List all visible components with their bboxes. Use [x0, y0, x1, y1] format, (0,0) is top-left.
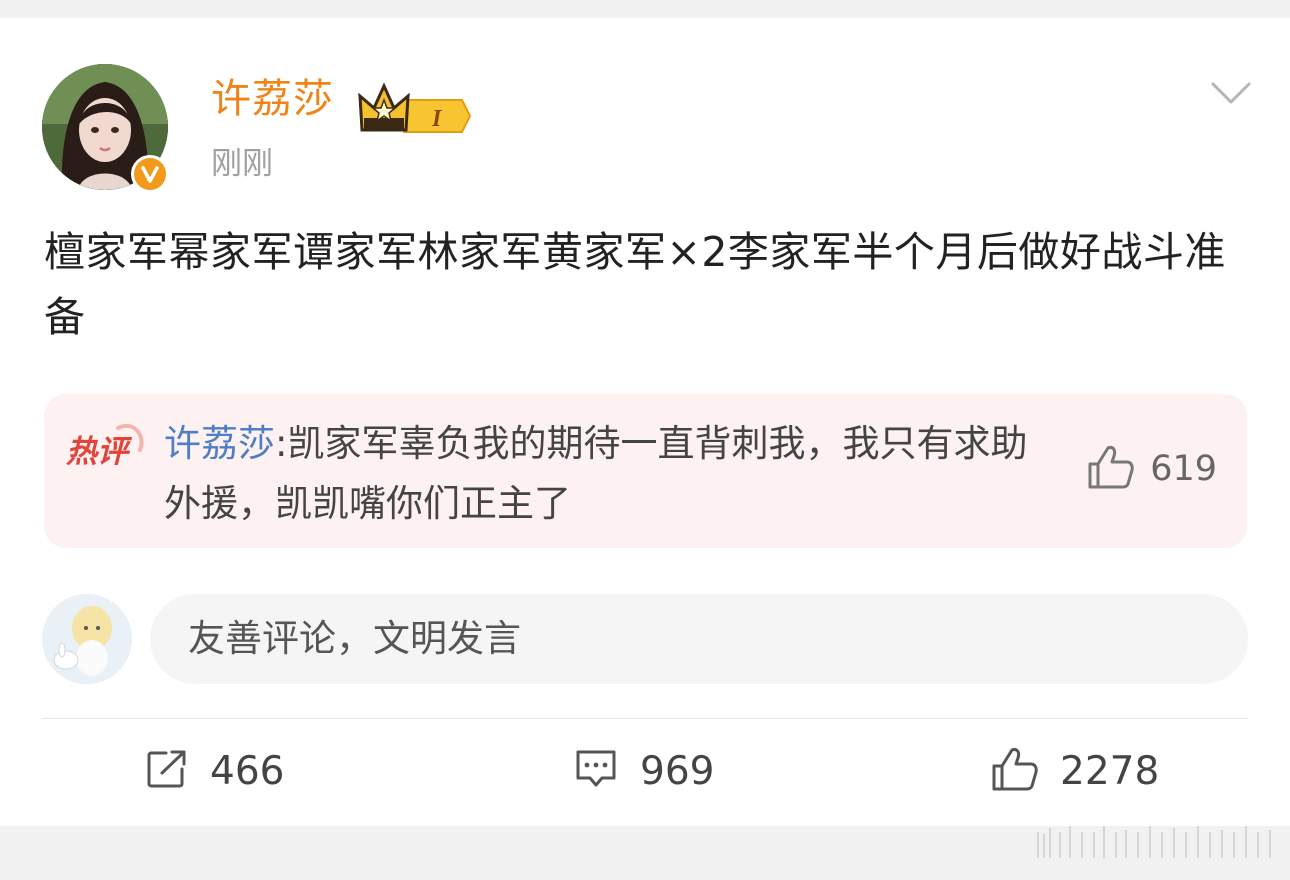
watermark-decoration — [1030, 812, 1280, 862]
hot-comment-text: 凯家军辜负我的期待一直背刺我，我只有求助外援，凯凯嘴你们正主了 — [164, 422, 1028, 525]
repost-icon — [146, 749, 188, 793]
repost-count: 466 — [210, 748, 285, 794]
repost-button[interactable]: 466 — [146, 746, 284, 796]
hot-comment-like-button[interactable]: 619 — [1086, 444, 1217, 494]
like-count: 2278 — [1060, 748, 1160, 794]
author-name[interactable]: 许荔莎 — [211, 74, 334, 124]
hot-comment-like-count: 619 — [1150, 449, 1217, 489]
chevron-down-icon[interactable] — [1209, 78, 1253, 108]
hot-tag-label: 热评 — [65, 434, 133, 470]
hot-comment-tag: 热评 — [64, 422, 148, 472]
hot-comment[interactable]: 热评 许荔莎:凯家军辜负我的期待一直背刺我，我只有求助外援，凯凯嘴你们正主了 6… — [44, 394, 1247, 548]
post-time: 刚刚 — [211, 146, 273, 182]
thumbs-up-icon — [1086, 444, 1134, 494]
comment-count: 969 — [640, 748, 715, 794]
crown-member-badge-icon[interactable]: I — [358, 78, 474, 138]
comment-icon — [574, 748, 618, 794]
hot-comment-separator: : — [275, 422, 288, 465]
thumbs-up-icon — [990, 746, 1038, 796]
verified-v-icon — [131, 155, 169, 193]
like-button[interactable]: 2278 — [990, 746, 1159, 796]
comment-button[interactable]: 969 — [574, 746, 714, 796]
post-text: 檀家军幂家军谭家军林家军黄家军×2李家军半个月后做好战斗准备 — [44, 228, 1226, 341]
hot-comment-author[interactable]: 许荔莎 — [164, 422, 275, 465]
svg-text:I: I — [431, 106, 443, 132]
hot-comment-body: 许荔莎:凯家军辜负我的期待一直背刺我，我只有求助外援，凯凯嘴你们正主了 — [164, 414, 1044, 534]
weibo-post-card: 许荔莎 I 刚刚 檀家军幂家军谭家军林家军黄家军×2李家军半个月后做好战斗准备 … — [0, 18, 1290, 826]
current-user-avatar[interactable] — [42, 594, 132, 684]
comment-input[interactable]: 友善评论，文明发言 — [150, 594, 1248, 684]
divider — [42, 718, 1248, 719]
